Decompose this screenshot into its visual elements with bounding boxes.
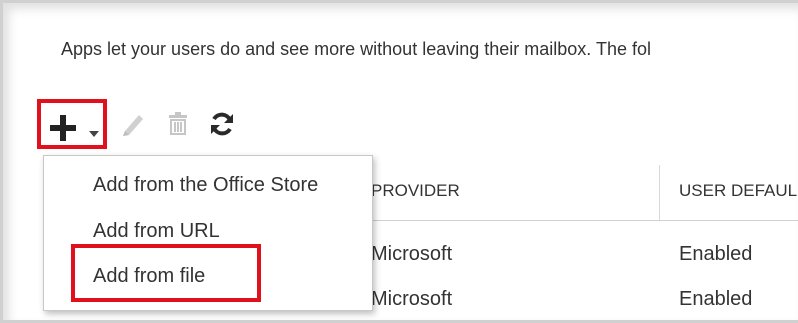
column-header-user-default[interactable]: USER DEFAUL [679, 181, 797, 201]
table-row-2-provider[interactable]: Microsoft [371, 288, 452, 311]
trash-icon[interactable] [167, 111, 189, 140]
menu-item-add-from-url[interactable]: Add from URL [93, 220, 220, 243]
add-dropdown-menu: Add from the Office Store Add from URL A… [43, 155, 373, 311]
intro-text: Apps let your users do and see more with… [61, 39, 651, 59]
add-button[interactable] [37, 99, 107, 149]
table-row-1-provider[interactable]: Microsoft [371, 243, 452, 266]
refresh-icon[interactable] [209, 111, 235, 142]
table-row-2-user-default[interactable]: Enabled [679, 288, 752, 311]
menu-item-add-from-file[interactable]: Add from file [93, 265, 205, 288]
menu-item-add-from-office-store[interactable]: Add from the Office Store [93, 174, 318, 197]
app-panel: Apps let your users do and see more with… [0, 0, 798, 323]
column-separator [659, 165, 660, 221]
column-header-provider[interactable]: PROVIDER [371, 181, 460, 201]
table-row-1-user-default[interactable]: Enabled [679, 243, 752, 266]
pencil-icon[interactable] [121, 111, 145, 142]
plus-icon [48, 113, 78, 148]
header-divider [371, 220, 798, 221]
chevron-down-icon [89, 124, 99, 142]
